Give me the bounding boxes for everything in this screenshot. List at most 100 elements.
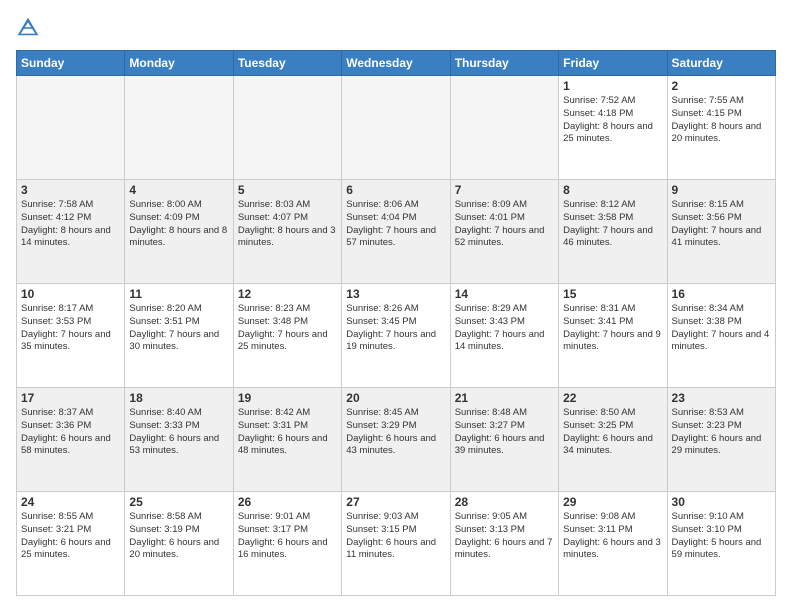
calendar-cell bbox=[233, 76, 341, 180]
day-number: 7 bbox=[455, 183, 554, 197]
calendar-cell: 7 Sunrise: 8:09 AM Sunset: 4:01 PM Daylig… bbox=[450, 180, 558, 284]
calendar-cell: 3 Sunrise: 7:58 AM Sunset: 4:12 PM Daylig… bbox=[17, 180, 125, 284]
calendar-week-row: 3 Sunrise: 7:58 AM Sunset: 4:12 PM Daylig… bbox=[17, 180, 776, 284]
calendar-cell: 1 Sunrise: 7:52 AM Sunset: 4:18 PM Daylig… bbox=[559, 76, 667, 180]
day-number: 12 bbox=[238, 287, 337, 301]
day-info: Sunrise: 8:09 AM Sunset: 4:01 PM Dayligh… bbox=[455, 199, 554, 250]
calendar-header-row: SundayMondayTuesdayWednesdayThursdayFrid… bbox=[17, 51, 776, 76]
day-header: Wednesday bbox=[342, 51, 450, 76]
day-header: Monday bbox=[125, 51, 233, 76]
day-number: 20 bbox=[346, 391, 445, 405]
calendar-cell: 15 Sunrise: 8:31 AM Sunset: 3:41 PM Dayli… bbox=[559, 284, 667, 388]
page: SundayMondayTuesdayWednesdayThursdayFrid… bbox=[0, 0, 792, 612]
day-info: Sunrise: 7:55 AM Sunset: 4:15 PM Dayligh… bbox=[672, 95, 771, 146]
day-info: Sunrise: 9:05 AM Sunset: 3:13 PM Dayligh… bbox=[455, 511, 554, 562]
day-number: 17 bbox=[21, 391, 120, 405]
calendar-cell bbox=[125, 76, 233, 180]
day-number: 28 bbox=[455, 495, 554, 509]
day-info: Sunrise: 8:50 AM Sunset: 3:25 PM Dayligh… bbox=[563, 407, 662, 458]
day-number: 18 bbox=[129, 391, 228, 405]
day-info: Sunrise: 8:48 AM Sunset: 3:27 PM Dayligh… bbox=[455, 407, 554, 458]
day-info: Sunrise: 8:53 AM Sunset: 3:23 PM Dayligh… bbox=[672, 407, 771, 458]
day-number: 8 bbox=[563, 183, 662, 197]
day-info: Sunrise: 8:34 AM Sunset: 3:38 PM Dayligh… bbox=[672, 303, 771, 354]
day-number: 25 bbox=[129, 495, 228, 509]
day-header: Tuesday bbox=[233, 51, 341, 76]
day-number: 1 bbox=[563, 79, 662, 93]
calendar-cell: 6 Sunrise: 8:06 AM Sunset: 4:04 PM Daylig… bbox=[342, 180, 450, 284]
calendar-cell: 13 Sunrise: 8:26 AM Sunset: 3:45 PM Dayli… bbox=[342, 284, 450, 388]
day-number: 23 bbox=[672, 391, 771, 405]
calendar-week-row: 24 Sunrise: 8:55 AM Sunset: 3:21 PM Dayli… bbox=[17, 492, 776, 596]
day-number: 29 bbox=[563, 495, 662, 509]
calendar-cell: 29 Sunrise: 9:08 AM Sunset: 3:11 PM Dayli… bbox=[559, 492, 667, 596]
day-number: 13 bbox=[346, 287, 445, 301]
header bbox=[16, 16, 776, 40]
day-number: 15 bbox=[563, 287, 662, 301]
calendar-cell: 23 Sunrise: 8:53 AM Sunset: 3:23 PM Dayli… bbox=[667, 388, 775, 492]
day-info: Sunrise: 7:58 AM Sunset: 4:12 PM Dayligh… bbox=[21, 199, 120, 250]
calendar-cell: 9 Sunrise: 8:15 AM Sunset: 3:56 PM Daylig… bbox=[667, 180, 775, 284]
calendar-week-row: 1 Sunrise: 7:52 AM Sunset: 4:18 PM Daylig… bbox=[17, 76, 776, 180]
calendar-cell: 26 Sunrise: 9:01 AM Sunset: 3:17 PM Dayli… bbox=[233, 492, 341, 596]
calendar-cell: 4 Sunrise: 8:00 AM Sunset: 4:09 PM Daylig… bbox=[125, 180, 233, 284]
calendar-cell: 27Sunrise: 9:03 AM Sunset: 3:15 PM Dayli… bbox=[342, 492, 450, 596]
calendar-cell: 22 Sunrise: 8:50 AM Sunset: 3:25 PM Dayli… bbox=[559, 388, 667, 492]
day-number: 21 bbox=[455, 391, 554, 405]
calendar-cell: 17 Sunrise: 8:37 AM Sunset: 3:36 PM Dayli… bbox=[17, 388, 125, 492]
calendar-cell: 10Sunrise: 8:17 AM Sunset: 3:53 PM Dayli… bbox=[17, 284, 125, 388]
calendar-cell: 21 Sunrise: 8:48 AM Sunset: 3:27 PM Dayli… bbox=[450, 388, 558, 492]
day-number: 14 bbox=[455, 287, 554, 301]
day-number: 3 bbox=[21, 183, 120, 197]
day-info: Sunrise: 8:58 AM Sunset: 3:19 PM Dayligh… bbox=[129, 511, 228, 562]
day-header: Thursday bbox=[450, 51, 558, 76]
day-info: Sunrise: 8:55 AM Sunset: 3:21 PM Dayligh… bbox=[21, 511, 120, 562]
calendar-cell: 5Sunrise: 8:03 AM Sunset: 4:07 PM Daylig… bbox=[233, 180, 341, 284]
day-number: 16 bbox=[672, 287, 771, 301]
day-number: 11 bbox=[129, 287, 228, 301]
day-header: Sunday bbox=[17, 51, 125, 76]
day-info: Sunrise: 7:52 AM Sunset: 4:18 PM Dayligh… bbox=[563, 95, 662, 146]
day-info: Sunrise: 8:26 AM Sunset: 3:45 PM Dayligh… bbox=[346, 303, 445, 354]
day-info: Sunrise: 8:20 AM Sunset: 3:51 PM Dayligh… bbox=[129, 303, 228, 354]
day-number: 24 bbox=[21, 495, 120, 509]
logo-icon bbox=[16, 16, 40, 40]
calendar-cell: 20 Sunrise: 8:45 AM Sunset: 3:29 PM Dayli… bbox=[342, 388, 450, 492]
day-info: Sunrise: 8:31 AM Sunset: 3:41 PM Dayligh… bbox=[563, 303, 662, 354]
calendar-cell: 2 Sunrise: 7:55 AM Sunset: 4:15 PM Daylig… bbox=[667, 76, 775, 180]
day-number: 30 bbox=[672, 495, 771, 509]
calendar-cell: 24 Sunrise: 8:55 AM Sunset: 3:21 PM Dayli… bbox=[17, 492, 125, 596]
day-info: Sunrise: 8:03 AM Sunset: 4:07 PM Dayligh… bbox=[238, 199, 337, 250]
logo bbox=[16, 16, 44, 40]
calendar-cell: 12 Sunrise: 8:23 AM Sunset: 3:48 PM Dayli… bbox=[233, 284, 341, 388]
day-info: Sunrise: 9:08 AM Sunset: 3:11 PM Dayligh… bbox=[563, 511, 662, 562]
calendar-cell: 18Sunrise: 8:40 AM Sunset: 3:33 PM Dayli… bbox=[125, 388, 233, 492]
calendar-cell: 30 Sunrise: 9:10 AM Sunset: 3:10 PM Dayli… bbox=[667, 492, 775, 596]
day-number: 26 bbox=[238, 495, 337, 509]
day-info: Sunrise: 8:17 AM Sunset: 3:53 PM Dayligh… bbox=[21, 303, 120, 354]
calendar-cell: 25 Sunrise: 8:58 AM Sunset: 3:19 PM Dayli… bbox=[125, 492, 233, 596]
day-info: Sunrise: 8:23 AM Sunset: 3:48 PM Dayligh… bbox=[238, 303, 337, 354]
day-info: Sunrise: 8:15 AM Sunset: 3:56 PM Dayligh… bbox=[672, 199, 771, 250]
day-number: 22 bbox=[563, 391, 662, 405]
day-info: Sunrise: 8:00 AM Sunset: 4:09 PM Dayligh… bbox=[129, 199, 228, 250]
day-info: Sunrise: 8:12 AM Sunset: 3:58 PM Dayligh… bbox=[563, 199, 662, 250]
calendar-table: SundayMondayTuesdayWednesdayThursdayFrid… bbox=[16, 50, 776, 596]
day-number: 2 bbox=[672, 79, 771, 93]
calendar-cell: 16 Sunrise: 8:34 AM Sunset: 3:38 PM Dayli… bbox=[667, 284, 775, 388]
day-number: 4 bbox=[129, 183, 228, 197]
day-info: Sunrise: 8:06 AM Sunset: 4:04 PM Dayligh… bbox=[346, 199, 445, 250]
calendar-cell: 11 Sunrise: 8:20 AM Sunset: 3:51 PM Dayli… bbox=[125, 284, 233, 388]
day-info: Sunrise: 8:45 AM Sunset: 3:29 PM Dayligh… bbox=[346, 407, 445, 458]
calendar-cell bbox=[450, 76, 558, 180]
day-number: 19 bbox=[238, 391, 337, 405]
day-info: Sunrise: 8:37 AM Sunset: 3:36 PM Dayligh… bbox=[21, 407, 120, 458]
day-info: Sunrise: 9:01 AM Sunset: 3:17 PM Dayligh… bbox=[238, 511, 337, 562]
calendar-cell: 14Sunrise: 8:29 AM Sunset: 3:43 PM Dayli… bbox=[450, 284, 558, 388]
day-number: 6 bbox=[346, 183, 445, 197]
day-number: 9 bbox=[672, 183, 771, 197]
calendar-cell: 8 Sunrise: 8:12 AM Sunset: 3:58 PM Daylig… bbox=[559, 180, 667, 284]
day-number: 27 bbox=[346, 495, 445, 509]
day-header: Saturday bbox=[667, 51, 775, 76]
day-info: Sunrise: 9:10 AM Sunset: 3:10 PM Dayligh… bbox=[672, 511, 771, 562]
